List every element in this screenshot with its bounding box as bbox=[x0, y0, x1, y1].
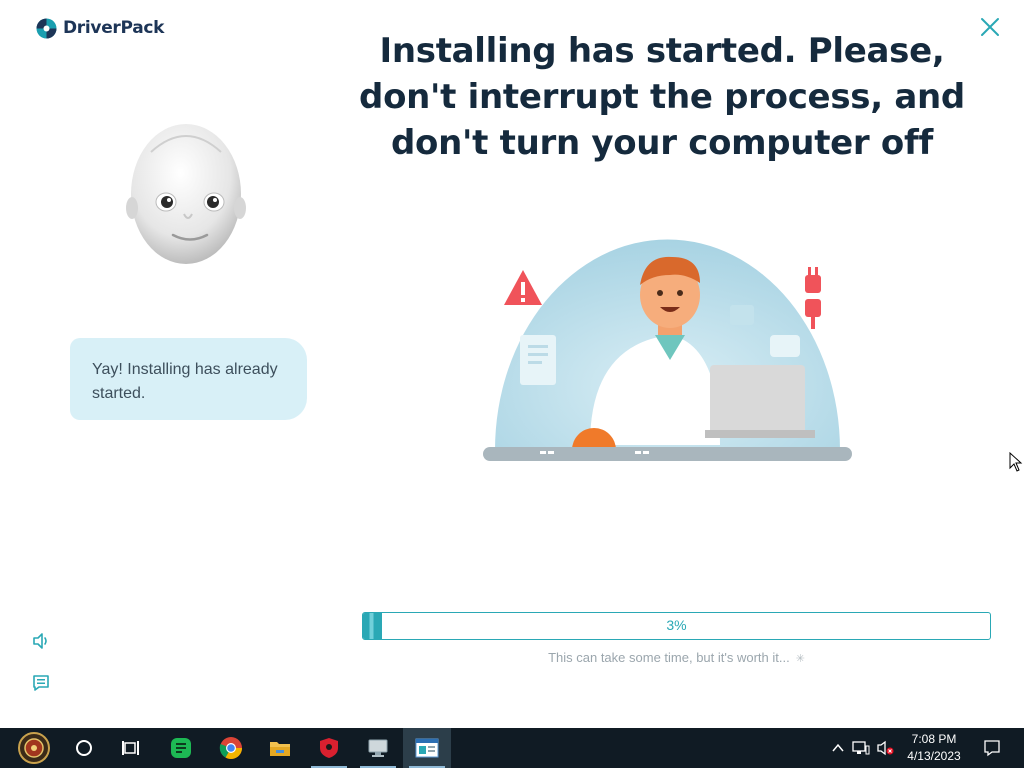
volume-tray-icon[interactable] bbox=[874, 728, 896, 768]
brand-logo: DriverPack bbox=[36, 16, 164, 40]
assistant-message-bubble: Yay! Installing has already started. bbox=[70, 338, 307, 420]
shield-icon bbox=[320, 738, 338, 758]
window-icon bbox=[415, 738, 439, 758]
clock-date: 4/13/2023 bbox=[907, 749, 961, 763]
progress-note: This can take some time, but it's worth … bbox=[362, 650, 991, 665]
network-tray-icon[interactable] bbox=[850, 728, 872, 768]
install-progress-label: 3% bbox=[666, 617, 687, 633]
windows-start-icon bbox=[18, 732, 50, 764]
task-view-button[interactable] bbox=[107, 728, 155, 768]
system-clock[interactable]: 7:08 PM 4/13/2023 bbox=[896, 731, 972, 765]
clock-time: 7:08 PM bbox=[911, 732, 957, 746]
notes-app[interactable] bbox=[157, 728, 205, 768]
chat-icon[interactable] bbox=[31, 673, 51, 693]
mouse-cursor-icon bbox=[1009, 452, 1023, 472]
computer-icon bbox=[368, 739, 388, 757]
loading-spinner-icon: ✳ bbox=[795, 653, 805, 665]
install-progress-bar: 3% bbox=[362, 612, 991, 640]
chrome-app[interactable] bbox=[207, 728, 255, 768]
assistant-message-text: Yay! Installing has already started. bbox=[92, 361, 278, 402]
driverpack-logo-icon bbox=[36, 18, 57, 38]
page-title: Installing has started. Please, don't in… bbox=[359, 31, 965, 163]
show-hidden-icons-button[interactable] bbox=[829, 728, 847, 768]
network-icon bbox=[852, 741, 870, 755]
driver-app[interactable] bbox=[354, 728, 402, 768]
start-button[interactable] bbox=[8, 728, 60, 768]
green-notes-icon bbox=[171, 738, 191, 758]
driverpack-app[interactable] bbox=[403, 728, 451, 768]
technician-illustration bbox=[483, 239, 852, 461]
notification-icon bbox=[984, 740, 1000, 757]
search-circle-icon bbox=[76, 740, 92, 756]
task-view-icon bbox=[122, 741, 139, 755]
chevron-up-icon bbox=[832, 743, 844, 752]
assistant-avatar bbox=[126, 124, 246, 264]
brand-name: DriverPack bbox=[63, 18, 165, 38]
volume-muted-icon bbox=[877, 740, 894, 756]
folder-icon bbox=[270, 742, 290, 756]
speaker-icon[interactable] bbox=[31, 631, 51, 651]
search-button[interactable] bbox=[60, 728, 108, 768]
file-explorer-app[interactable] bbox=[256, 728, 304, 768]
progress-note-text: This can take some time, but it's worth … bbox=[548, 650, 790, 665]
driverpack-window: DriverPack Yay! Installing has already s… bbox=[0, 0, 1024, 728]
windows-taskbar: 7:08 PM 4/13/2023 bbox=[0, 728, 1024, 768]
close-icon[interactable] bbox=[978, 15, 1002, 39]
security-app[interactable] bbox=[305, 728, 353, 768]
action-center-button[interactable] bbox=[980, 728, 1004, 768]
chrome-icon bbox=[219, 737, 242, 759]
